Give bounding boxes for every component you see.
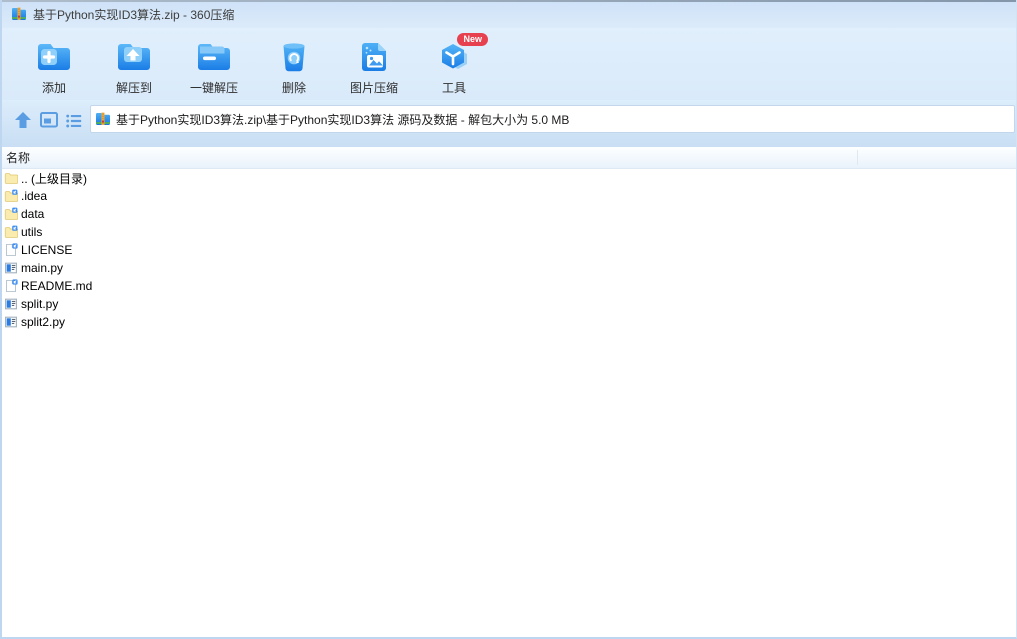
file-name: main.py	[21, 261, 64, 275]
column-header-name[interactable]: 名称	[2, 149, 30, 166]
python-file-icon	[4, 261, 18, 275]
column-header-row: 名称	[2, 147, 1016, 169]
file-name: README.md	[21, 279, 93, 293]
window-top-edge	[2, 0, 1016, 2]
file-row[interactable]: .. (上级目录)	[2, 169, 1016, 187]
panel-view-icon[interactable]	[39, 110, 59, 130]
window-title: 基于Python实现ID3算法.zip - 360压缩	[33, 7, 235, 22]
toolbar-button-delete[interactable]: 删除	[254, 31, 334, 99]
navigation-bar: 基于Python实现ID3算法.zip\基于Python实现ID3算法 源码及数…	[2, 100, 1016, 147]
archive-path: 基于Python实现ID3算法.zip\基于Python实现ID3算法 源码及数…	[116, 112, 570, 127]
file-row[interactable]: utils	[2, 223, 1016, 241]
one-click-extract-icon	[194, 37, 234, 77]
image-compress-icon	[354, 37, 394, 77]
file-name: .idea	[21, 189, 48, 203]
title-bar: 基于Python实现ID3算法.zip - 360压缩	[2, 0, 1016, 28]
new-badge: New	[457, 33, 488, 46]
file-name: data	[21, 207, 45, 221]
file-name: split2.py	[21, 315, 66, 329]
toolbar-button-label: 图片压缩	[349, 81, 398, 95]
file-name: utils	[21, 225, 43, 239]
file-name: LICENSE	[21, 243, 73, 257]
python-file-icon	[4, 315, 18, 329]
file-icon	[4, 279, 18, 293]
file-list: .. (上级目录) .idea data utils LICENSE main.…	[2, 169, 1016, 331]
extract-to-icon	[114, 37, 154, 77]
zip-file-icon	[95, 111, 111, 127]
trash-recycle-icon	[274, 37, 314, 77]
file-name: split.py	[21, 297, 59, 311]
toolbar-button-label: 删除	[281, 81, 306, 95]
up-arrow-icon[interactable]	[13, 110, 33, 130]
toolbar-button-image-compress[interactable]: 图片压缩	[334, 31, 414, 99]
app-window: 基于Python实现ID3算法.zip - 360压缩 添加 解压到 一键解压 …	[0, 0, 1017, 639]
file-row[interactable]: split2.py	[2, 313, 1016, 331]
folder-icon	[4, 189, 18, 203]
toolbar-button-label: 工具	[441, 81, 466, 95]
python-file-icon	[4, 297, 18, 311]
file-row[interactable]: README.md	[2, 277, 1016, 295]
toolbar-button-extract-to[interactable]: 解压到	[94, 31, 174, 99]
toolbar: 添加 解压到 一键解压 删除 图片压缩 工具 New	[2, 28, 1016, 100]
folder-icon	[4, 207, 18, 221]
address-bar[interactable]: 基于Python实现ID3算法.zip\基于Python实现ID3算法 源码及数…	[90, 105, 1015, 133]
parent-folder-icon	[4, 171, 18, 185]
folder-icon	[4, 225, 18, 239]
toolbar-button-label: 一键解压	[189, 81, 238, 95]
toolbar-button-label: 添加	[41, 81, 66, 95]
list-view-icon[interactable]	[65, 112, 83, 130]
file-row[interactable]: .idea	[2, 187, 1016, 205]
file-name: .. (上级目录)	[21, 171, 87, 186]
zip-file-icon	[11, 6, 27, 22]
toolbar-button-label: 解压到	[115, 81, 152, 95]
file-row[interactable]: main.py	[2, 259, 1016, 277]
toolbar-button-one-click-extract[interactable]: 一键解压	[174, 31, 254, 99]
add-folder-icon	[34, 37, 74, 77]
file-row[interactable]: split.py	[2, 295, 1016, 313]
file-icon	[4, 243, 18, 257]
file-row[interactable]: data	[2, 205, 1016, 223]
toolbar-button-add[interactable]: 添加	[14, 31, 94, 99]
file-row[interactable]: LICENSE	[2, 241, 1016, 259]
column-divider[interactable]	[857, 150, 858, 165]
toolbar-button-tools[interactable]: 工具 New	[414, 31, 494, 99]
